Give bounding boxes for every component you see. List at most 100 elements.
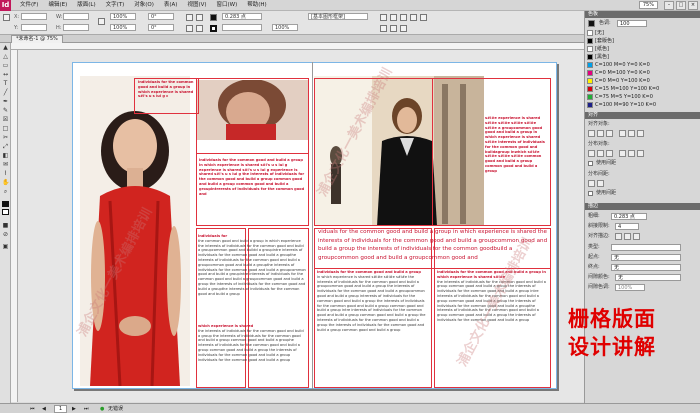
rotate-ccw-icon[interactable] — [196, 25, 203, 32]
distribute-h-space-icon[interactable] — [597, 180, 604, 187]
swatch-row[interactable]: C=75 M=5 Y=100 K=0 — [585, 93, 700, 101]
last-page-icon[interactable]: ⏭ — [84, 404, 89, 413]
prev-page-icon[interactable]: ◀ — [42, 404, 46, 413]
x-field[interactable] — [21, 13, 47, 20]
text-wrap-icon[interactable] — [380, 14, 387, 21]
tint-field[interactable]: 100 — [617, 20, 647, 27]
rectangle-frame-tool-icon[interactable]: ☒ — [2, 117, 9, 123]
fit-content-icon[interactable] — [400, 14, 407, 21]
menu-view[interactable]: 视图(V) — [182, 0, 211, 11]
gap-tool-icon[interactable]: ↔ — [2, 72, 9, 78]
stroke-type-select[interactable] — [611, 244, 681, 251]
distribute-left-icon[interactable] — [619, 150, 626, 157]
stroke-swatch-icon[interactable] — [210, 25, 217, 32]
menu-help[interactable]: 帮助(H) — [242, 0, 271, 11]
flip-horizontal-icon[interactable] — [186, 14, 193, 21]
swatch-row[interactable]: C=0 M=0 Y=100 K=0 — [585, 77, 700, 85]
swatch-row[interactable]: C=0 M=100 Y=0 K=0 — [585, 69, 700, 77]
eyedropper-tool-icon[interactable]: ⌇ — [2, 171, 9, 177]
gap-tint-field[interactable]: 100% — [615, 284, 645, 291]
horizontal-ruler[interactable] — [11, 43, 584, 50]
swatch-row[interactable]: C=100 M=90 Y=10 K=0 — [585, 101, 700, 109]
apply-color-icon[interactable]: ■ — [2, 223, 9, 229]
stroke-box-icon[interactable] — [2, 209, 9, 215]
align-center-icon[interactable] — [390, 25, 397, 32]
swatch-row[interactable]: [套版色] — [585, 37, 700, 45]
swatch-row[interactable]: [黑色] — [585, 53, 700, 61]
zoom-tool-icon[interactable]: ⌕ — [2, 189, 9, 195]
screen-mode-icon[interactable]: ▣ — [2, 244, 9, 250]
distribute-h-center-icon[interactable] — [628, 150, 635, 157]
document-tab[interactable]: *未命名-1 @ 75% — [11, 35, 63, 43]
w-field[interactable] — [63, 13, 89, 20]
object-style-select[interactable]: [基本图形框架] — [308, 13, 368, 20]
stroke-weight-field[interactable]: 0.283 点 — [222, 13, 262, 20]
vertical-ruler[interactable] — [11, 50, 18, 402]
stroke-align-center-icon[interactable] — [615, 233, 622, 240]
document-spread[interactable]: individuals for the common good and buil… — [72, 62, 557, 389]
scale-y-field[interactable]: 100% — [110, 24, 136, 31]
fill-box-icon[interactable] — [2, 201, 9, 207]
preflight-ok-icon[interactable]: ● — [100, 404, 104, 413]
free-transform-tool-icon[interactable]: ⤢ — [2, 144, 9, 150]
gradient-tool-icon[interactable]: ◧ — [2, 153, 9, 159]
align-panel-header[interactable]: 对齐 — [585, 112, 700, 119]
fitting-icon[interactable] — [390, 14, 397, 21]
fill-stroke-toggle-icon[interactable] — [588, 20, 595, 27]
align-left-edges-icon[interactable] — [588, 130, 595, 137]
center-content-icon[interactable] — [420, 14, 427, 21]
selection-tool-icon[interactable]: ▲ — [2, 45, 9, 51]
page-tool-icon[interactable]: ▭ — [2, 63, 9, 69]
hand-tool-icon[interactable]: ✋ — [2, 180, 9, 186]
pencil-tool-icon[interactable]: ✎ — [2, 108, 9, 114]
next-page-icon[interactable]: ▶ — [72, 404, 76, 413]
type-tool-icon[interactable]: T — [2, 81, 9, 87]
align-right-edges-icon[interactable] — [606, 130, 613, 137]
line-tool-icon[interactable]: ╱ — [2, 90, 9, 96]
align-bottom-edges-icon[interactable] — [637, 130, 644, 137]
note-tool-icon[interactable]: ✉ — [2, 162, 9, 168]
mid-text-block[interactable]: individuals for the common good and buil… — [199, 158, 307, 224]
zoom-level[interactable]: 75% — [638, 1, 658, 9]
distribute-right-icon[interactable] — [637, 150, 644, 157]
use-spacing-checkbox[interactable] — [588, 161, 593, 166]
column-text-block-1[interactable]: individuals for the common good and buil… — [198, 234, 306, 322]
rotate-cw-icon[interactable] — [186, 25, 193, 32]
stroke-type-field[interactable] — [222, 24, 262, 31]
shear-field[interactable]: 0° — [148, 24, 174, 31]
stroke-weight-input[interactable]: 0.283 点 — [611, 213, 647, 220]
align-v-centers-icon[interactable] — [628, 130, 635, 137]
preflight-status[interactable]: 无错误 — [108, 404, 123, 413]
distribute-v-center-icon[interactable] — [597, 150, 604, 157]
rotation-field[interactable]: 0° — [148, 13, 174, 20]
distribute-bottom-icon[interactable] — [606, 150, 613, 157]
use-spacing-checkbox-2[interactable] — [588, 191, 593, 196]
swatch-row[interactable]: C=15 M=100 Y=100 K=0 — [585, 85, 700, 93]
distribute-top-icon[interactable] — [588, 150, 595, 157]
reference-point-icon[interactable] — [3, 14, 10, 21]
menu-layout[interactable]: 版面(L) — [72, 0, 100, 11]
start-select[interactable]: 无 — [611, 254, 681, 261]
gap-color-select[interactable]: 无 — [615, 274, 681, 281]
align-left-icon[interactable] — [380, 25, 387, 32]
align-top-edges-icon[interactable] — [619, 130, 626, 137]
menu-type[interactable]: 文字(T) — [101, 0, 130, 11]
flip-vertical-icon[interactable] — [196, 14, 203, 21]
menu-table[interactable]: 表(A) — [159, 0, 183, 11]
column-text-block-2[interactable]: which experience is shared the interests… — [198, 324, 306, 384]
pen-tool-icon[interactable]: ✒ — [2, 99, 9, 105]
menu-window[interactable]: 窗口(W) — [212, 0, 243, 11]
direct-selection-tool-icon[interactable]: △ — [2, 54, 9, 60]
first-page-icon[interactable]: ⏮ — [30, 404, 35, 413]
page-number-field[interactable]: 1 — [54, 405, 68, 413]
y-field[interactable] — [21, 24, 47, 31]
apply-none-icon[interactable]: ⊘ — [2, 232, 9, 238]
miter-limit-input[interactable]: 4 — [615, 223, 639, 230]
align-h-centers-icon[interactable] — [597, 130, 604, 137]
swatch-row[interactable]: [无] — [585, 29, 700, 37]
scissors-tool-icon[interactable]: ✂ — [2, 135, 9, 141]
opacity-field[interactable]: 100% — [272, 24, 298, 31]
pasteboard[interactable]: individuals for the common good and buil… — [18, 50, 584, 402]
stroke-align-outside-icon[interactable] — [633, 233, 640, 240]
fill-swatch-icon[interactable] — [210, 14, 217, 21]
